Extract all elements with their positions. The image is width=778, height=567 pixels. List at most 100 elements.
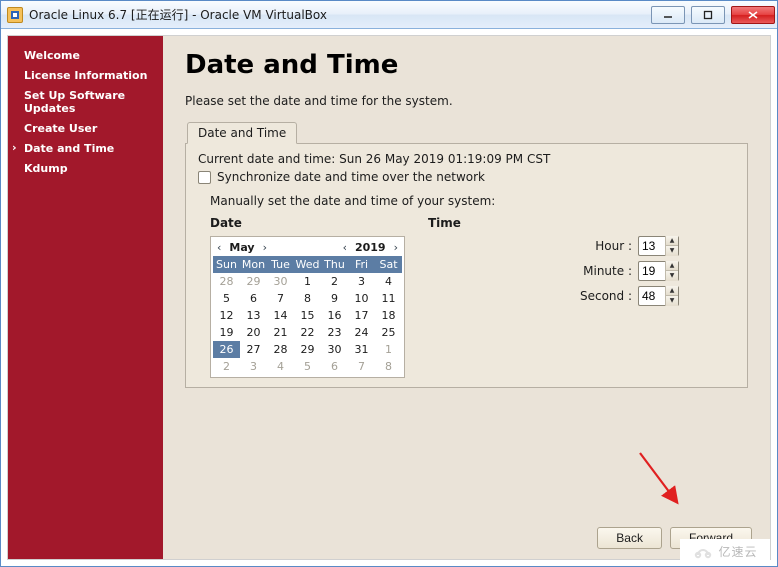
calendar-day[interactable]: 13 xyxy=(240,307,267,324)
sidebar-item-create-user[interactable]: Create User xyxy=(8,119,163,139)
calendar-dow: Wed xyxy=(294,256,321,273)
sidebar-item-updates[interactable]: Set Up Software Updates xyxy=(8,86,163,120)
sidebar-item-date-time[interactable]: Date and Time xyxy=(8,139,163,159)
window-title: Oracle Linux 6.7 [正在运行] - Oracle VM Virt… xyxy=(29,6,645,23)
main-panel: Date and Time Please set the date and ti… xyxy=(163,36,770,559)
hour-up-icon[interactable]: ▲ xyxy=(666,236,678,246)
next-month-button[interactable]: › xyxy=(261,241,269,254)
calendar-dow: Sat xyxy=(375,256,402,273)
calendar-day[interactable]: 16 xyxy=(321,307,348,324)
calendar-day[interactable]: 1 xyxy=(375,341,402,358)
calendar-day[interactable]: 26 xyxy=(213,341,240,358)
calendar-dow: Sun xyxy=(213,256,240,273)
calendar-day[interactable]: 31 xyxy=(348,341,375,358)
calendar-day[interactable]: 6 xyxy=(240,290,267,307)
calendar-day[interactable]: 11 xyxy=(375,290,402,307)
calendar-day[interactable]: 24 xyxy=(348,324,375,341)
calendar-day[interactable]: 18 xyxy=(375,307,402,324)
calendar[interactable]: ‹ May › ‹ 2019 › xyxy=(210,236,405,378)
page-title: Date and Time xyxy=(185,50,748,80)
calendar-day[interactable]: 25 xyxy=(375,324,402,341)
minute-label: Minute xyxy=(578,264,632,278)
current-datetime-value: Sun 26 May 2019 01:19:09 PM CST xyxy=(339,152,550,166)
prev-year-button[interactable]: ‹ xyxy=(341,241,349,254)
calendar-day[interactable]: 27 xyxy=(240,341,267,358)
calendar-grid[interactable]: SunMonTueWedThuFriSat2829301234567891011… xyxy=(213,256,402,375)
calendar-day[interactable]: 5 xyxy=(213,290,240,307)
sidebar-item-license[interactable]: License Information xyxy=(8,66,163,86)
calendar-day[interactable]: 29 xyxy=(294,341,321,358)
watermark: 亿速云 xyxy=(680,539,770,563)
current-datetime-label: Current date and time xyxy=(198,152,339,166)
calendar-day[interactable]: 20 xyxy=(240,324,267,341)
calendar-day[interactable]: 7 xyxy=(348,358,375,375)
page-subtitle: Please set the date and time for the sys… xyxy=(185,94,748,108)
calendar-day[interactable]: 2 xyxy=(213,358,240,375)
calendar-day[interactable]: 5 xyxy=(294,358,321,375)
calendar-day[interactable]: 28 xyxy=(213,273,240,290)
calendar-day[interactable]: 30 xyxy=(321,341,348,358)
current-datetime: Current date and time Sun 26 May 2019 01… xyxy=(198,152,735,166)
second-input[interactable] xyxy=(639,289,665,303)
calendar-day[interactable]: 6 xyxy=(321,358,348,375)
next-year-button[interactable]: › xyxy=(392,241,400,254)
watermark-text: 亿速云 xyxy=(718,543,757,560)
calendar-day[interactable]: 12 xyxy=(213,307,240,324)
sidebar-item-kdump[interactable]: Kdump xyxy=(8,159,163,179)
calendar-day[interactable]: 7 xyxy=(267,290,294,307)
minute-up-icon[interactable]: ▲ xyxy=(666,261,678,271)
maximize-button[interactable] xyxy=(691,6,725,24)
prev-month-button[interactable]: ‹ xyxy=(215,241,223,254)
minute-input[interactable] xyxy=(639,264,665,278)
calendar-day[interactable]: 10 xyxy=(348,290,375,307)
calendar-day[interactable]: 14 xyxy=(267,307,294,324)
calendar-day[interactable]: 17 xyxy=(348,307,375,324)
calendar-day[interactable]: 1 xyxy=(294,273,321,290)
calendar-day[interactable]: 8 xyxy=(375,358,402,375)
calendar-dow: Mon xyxy=(240,256,267,273)
second-down-icon[interactable]: ▼ xyxy=(666,296,678,306)
hour-input[interactable] xyxy=(639,239,665,253)
calendar-day[interactable]: 9 xyxy=(321,290,348,307)
minute-spinner[interactable]: ▲▼ xyxy=(638,261,679,281)
calendar-day[interactable]: 21 xyxy=(267,324,294,341)
calendar-day[interactable]: 30 xyxy=(267,273,294,290)
hour-down-icon[interactable]: ▼ xyxy=(666,246,678,256)
second-up-icon[interactable]: ▲ xyxy=(666,286,678,296)
date-heading: Date xyxy=(210,216,410,230)
sidebar-item-welcome[interactable]: Welcome xyxy=(8,46,163,66)
minute-down-icon[interactable]: ▼ xyxy=(666,271,678,281)
calendar-day[interactable]: 4 xyxy=(267,358,294,375)
calendar-day[interactable]: 2 xyxy=(321,273,348,290)
minimize-button[interactable] xyxy=(651,6,685,24)
hour-spinner[interactable]: ▲▼ xyxy=(638,236,679,256)
calendar-day[interactable]: 3 xyxy=(348,273,375,290)
virtualbox-icon xyxy=(7,7,23,23)
calendar-year: 2019 xyxy=(355,241,386,254)
annotation-arrow xyxy=(630,445,690,515)
calendar-day[interactable]: 19 xyxy=(213,324,240,341)
calendar-day[interactable]: 22 xyxy=(294,324,321,341)
calendar-day[interactable]: 3 xyxy=(240,358,267,375)
calendar-day[interactable]: 4 xyxy=(375,273,402,290)
calendar-dow: Tue xyxy=(267,256,294,273)
calendar-month: May xyxy=(229,241,254,254)
tab-date-time[interactable]: Date and Time xyxy=(187,122,297,144)
second-label: Second xyxy=(578,289,632,303)
time-heading: Time xyxy=(428,216,735,230)
close-button[interactable] xyxy=(731,6,775,24)
calendar-day[interactable]: 29 xyxy=(240,273,267,290)
date-time-panel: Current date and time Sun 26 May 2019 01… xyxy=(185,143,748,388)
calendar-dow: Fri xyxy=(348,256,375,273)
calendar-day[interactable]: 28 xyxy=(267,341,294,358)
sync-network-row[interactable]: Synchronize date and time over the netwo… xyxy=(198,170,735,184)
back-button[interactable]: Back xyxy=(597,527,662,549)
sync-network-checkbox[interactable] xyxy=(198,171,211,184)
window-titlebar: Oracle Linux 6.7 [正在运行] - Oracle VM Virt… xyxy=(1,1,777,29)
calendar-day[interactable]: 15 xyxy=(294,307,321,324)
hour-label: Hour xyxy=(578,239,632,253)
second-spinner[interactable]: ▲▼ xyxy=(638,286,679,306)
calendar-day[interactable]: 8 xyxy=(294,290,321,307)
calendar-day[interactable]: 23 xyxy=(321,324,348,341)
manual-set-label: Manually set the date and time of your s… xyxy=(210,194,735,208)
